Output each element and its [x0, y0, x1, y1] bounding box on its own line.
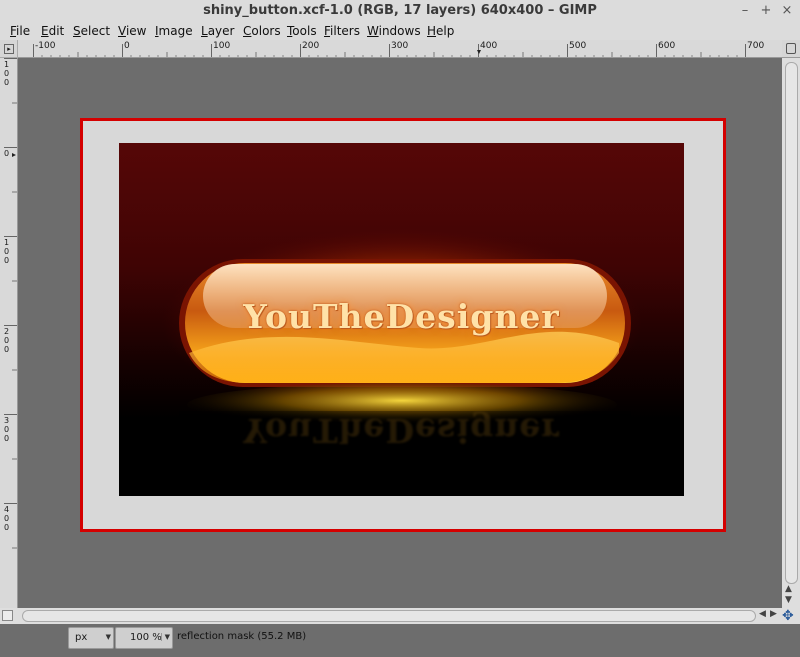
ruler-label: 300 [391, 41, 409, 51]
title-bar: shiny_button.xcf-1.0 (RGB, 17 layers) 64… [0, 0, 800, 23]
menu-bar: File Edit Select View Image Layer Colors… [0, 22, 800, 40]
unit-select[interactable]: px ▼ [68, 627, 114, 649]
zoom-select[interactable]: 100 % ▼ [115, 627, 173, 649]
ruler-label: 400 [4, 505, 10, 532]
vertical-scroll-thumb[interactable] [785, 62, 798, 584]
ruler-label: 700 [747, 41, 765, 51]
menu-image[interactable]: Image [155, 24, 193, 38]
menu-file[interactable]: File [10, 24, 30, 38]
horizontal-scrollbar[interactable]: ◀ ▶ ✥ [0, 608, 800, 624]
triangle-right-icon: ▸ [4, 44, 14, 54]
menu-help[interactable]: Help [427, 24, 454, 38]
ruler-label: 500 [569, 41, 587, 51]
ruler-label: 400 [480, 41, 498, 51]
menu-select[interactable]: Select [73, 24, 110, 38]
ruler-label: 100 [213, 41, 231, 51]
button-text-reflection: YouTheDesigner [243, 411, 560, 450]
ruler-label: 300 [4, 416, 10, 443]
chevron-down-icon: ▼ [160, 633, 170, 641]
scroll-up-icon[interactable]: ▲ [785, 584, 792, 594]
image-menu-button[interactable]: ▸ [0, 40, 18, 58]
ruler-label: 200 [302, 41, 320, 51]
menu-edit[interactable]: Edit [41, 24, 64, 38]
zoom-lock-icon [786, 43, 796, 54]
zoom-value: 100 % [130, 632, 162, 643]
menu-filters[interactable]: Filters [324, 24, 360, 38]
ruler-label: 0 [4, 149, 10, 158]
chevron-down-icon: ▼ [105, 633, 111, 641]
scroll-down-icon[interactable]: ▼ [785, 595, 792, 605]
menu-colors[interactable]: Colors [243, 24, 281, 38]
minimize-button[interactable]: – [736, 2, 754, 20]
vertical-scrollbar[interactable]: ▲ ▼ [782, 58, 800, 608]
zoom-follow-toggle[interactable] [782, 40, 800, 58]
button-text: YouTheDesigner [243, 297, 560, 336]
navigate-icon[interactable]: ✥ [782, 608, 794, 624]
menu-windows[interactable]: Windows [367, 24, 421, 38]
ruler-label: 600 [658, 41, 676, 51]
ruler-label: 0 [124, 41, 130, 51]
canvas-area[interactable]: YouTheDesigner YouTheDesigner [18, 58, 782, 608]
quick-mask-toggle[interactable] [2, 610, 13, 621]
horizontal-scroll-thumb[interactable] [22, 610, 756, 622]
status-message: reflection mask (55.2 MB) [177, 631, 307, 642]
menu-tools[interactable]: Tools [287, 24, 317, 38]
scroll-right-icon[interactable]: ▶ [770, 609, 777, 619]
ruler-label: 100 [4, 238, 10, 265]
ruler-label: 100 [4, 60, 10, 87]
vertical-ruler[interactable]: 100 0 100 200 300 400 [0, 58, 18, 608]
window-title: shiny_button.xcf-1.0 (RGB, 17 layers) 64… [203, 3, 597, 18]
horizontal-ruler[interactable]: -100 0 100 200 300 400 500 600 700 [18, 40, 782, 58]
image-canvas[interactable]: YouTheDesigner YouTheDesigner [119, 143, 684, 496]
menu-view[interactable]: View [118, 24, 146, 38]
close-button[interactable]: × [778, 2, 796, 20]
maximize-button[interactable]: + [757, 2, 775, 20]
ruler-label: 200 [4, 327, 10, 354]
unit-value: px [75, 632, 88, 643]
ruler-label: -100 [35, 41, 56, 51]
scroll-left-icon[interactable]: ◀ [759, 609, 766, 619]
menu-layer[interactable]: Layer [201, 24, 234, 38]
